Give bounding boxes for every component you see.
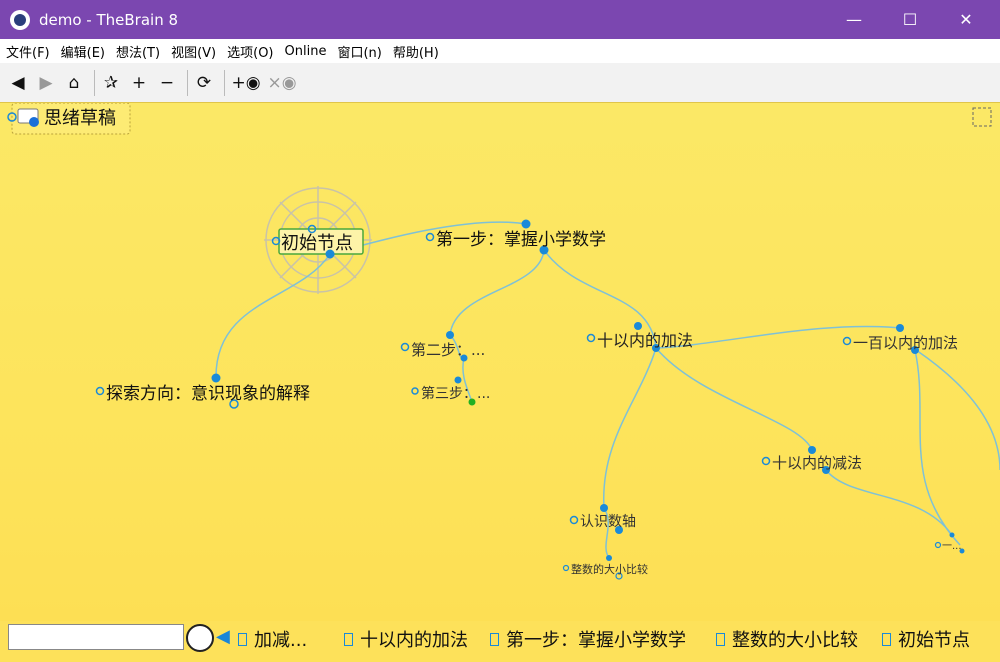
thought-compare[interactable]: 整数的大小比较 [562,555,649,580]
history-bar: ◀ 加减... 十以内的加法 第一步：掌握小学数学 整数的大小比较 初始节点 [0,621,1000,662]
expand-icon[interactable] [972,107,992,127]
minimize-button[interactable]: — [831,0,877,39]
search-input[interactable] [8,624,184,650]
thought-square-icon [344,632,353,646]
menu-file[interactable]: 文件(F) [6,42,50,61]
history-item[interactable]: 十以内的加法 [344,625,468,653]
thought-step2[interactable]: 第二步：... [400,331,486,362]
home-icon[interactable]: ⌂ [62,69,86,97]
active-thought[interactable]: 初始节点 [271,224,364,259]
thought-square-icon [716,632,725,646]
thought-square-icon [490,632,499,646]
maximize-button[interactable]: ☐ [887,0,933,39]
app-icon[interactable] [10,9,30,30]
thought-label: 十以内的减法 [772,454,862,472]
pinned-thought[interactable]: 思绪草稿 [7,103,131,135]
thought-square-icon [882,632,891,646]
add-link-icon[interactable]: +◉ [229,69,263,97]
zoom-in-icon[interactable]: + [127,69,151,97]
close-button[interactable]: ✕ [943,0,989,39]
info-icon [29,117,39,127]
thought-explore[interactable]: 探索方向：意识现象的解释 [95,373,311,409]
thought-add10[interactable]: 十以内的加法 [586,322,694,352]
thought-add100[interactable]: 一百以内的加法 [842,324,959,354]
thought-ellipsis[interactable]: 一... [934,532,965,554]
menu-options[interactable]: 选项(O) [227,42,273,61]
thought-label: 认识数轴 [580,514,636,530]
menu-edit[interactable]: 编辑(E) [61,42,105,61]
brain-canvas[interactable]: 思绪草稿 初始节点 第一步：掌握小学数学 探索方向：意识现象的解释 第二步：..… [0,103,1000,621]
toolbar-separator [187,69,188,96]
pinned-label: 思绪草稿 [44,108,116,129]
history-item[interactable]: 初始节点 [882,625,970,653]
history-back-icon[interactable]: ◀ [216,626,230,647]
thought-map: 思绪草稿 初始节点 第一步：掌握小学数学 探索方向：意识现象的解释 第二步：..… [7,103,1000,580]
thought-label: 第三步：... [421,385,490,402]
toolbar-separator [94,69,95,96]
thought-step1[interactable]: 第一步：掌握小学数学 [425,219,607,255]
toolbar-separator [224,69,225,96]
zoom-out-icon[interactable]: − [155,69,179,97]
menu-help[interactable]: 帮助(H) [393,42,439,61]
clock-icon[interactable] [186,624,214,652]
back-arrow-icon[interactable]: ◀ [6,69,30,97]
menu-online[interactable]: Online [285,44,327,59]
thought-step3[interactable]: 第三步：... [411,376,490,406]
thought-label: 第一步：掌握小学数学 [436,230,606,250]
thought-label: 第二步：... [411,341,485,359]
title-bar: demo - TheBrain 8 — ☐ ✕ [0,0,1000,39]
thought-label: 整数的大小比较 [571,562,648,576]
toolbar: ◀ ▶ ⌂ ✰ + − ⟳ +◉ ×◉ [0,63,1000,103]
thought-label: 十以内的加法 [597,331,693,350]
menu-view[interactable]: 视图(V) [171,42,216,61]
history-item[interactable]: 整数的大小比较 [716,625,858,653]
thought-label: 一百以内的加法 [853,334,958,352]
thought-numberline[interactable]: 认识数轴 [569,504,637,534]
thought-sub10[interactable]: 十以内的减法 [761,446,863,474]
active-thought-label: 初始节点 [281,233,353,254]
layout-icon[interactable]: ✰ [99,69,123,97]
thought-links [215,221,1000,559]
refresh-icon[interactable]: ⟳ [192,69,216,97]
menu-thought[interactable]: 想法(T) [116,42,160,61]
forward-arrow-icon[interactable]: ▶ [34,69,58,97]
window-title: demo - TheBrain 8 [39,10,179,29]
menu-bar: 文件(F) 编辑(E) 想法(T) 视图(V) 选项(O) Online 窗口(… [0,39,1000,63]
thought-label: 一... [942,541,962,552]
history-item[interactable]: 第一步：掌握小学数学 [490,625,686,653]
history-item[interactable]: 加减... [238,625,307,653]
menu-window[interactable]: 窗口(n) [337,42,381,61]
remove-link-icon[interactable]: ×◉ [267,69,297,97]
thought-label: 探索方向：意识现象的解释 [106,384,310,404]
thought-square-icon [238,632,247,646]
